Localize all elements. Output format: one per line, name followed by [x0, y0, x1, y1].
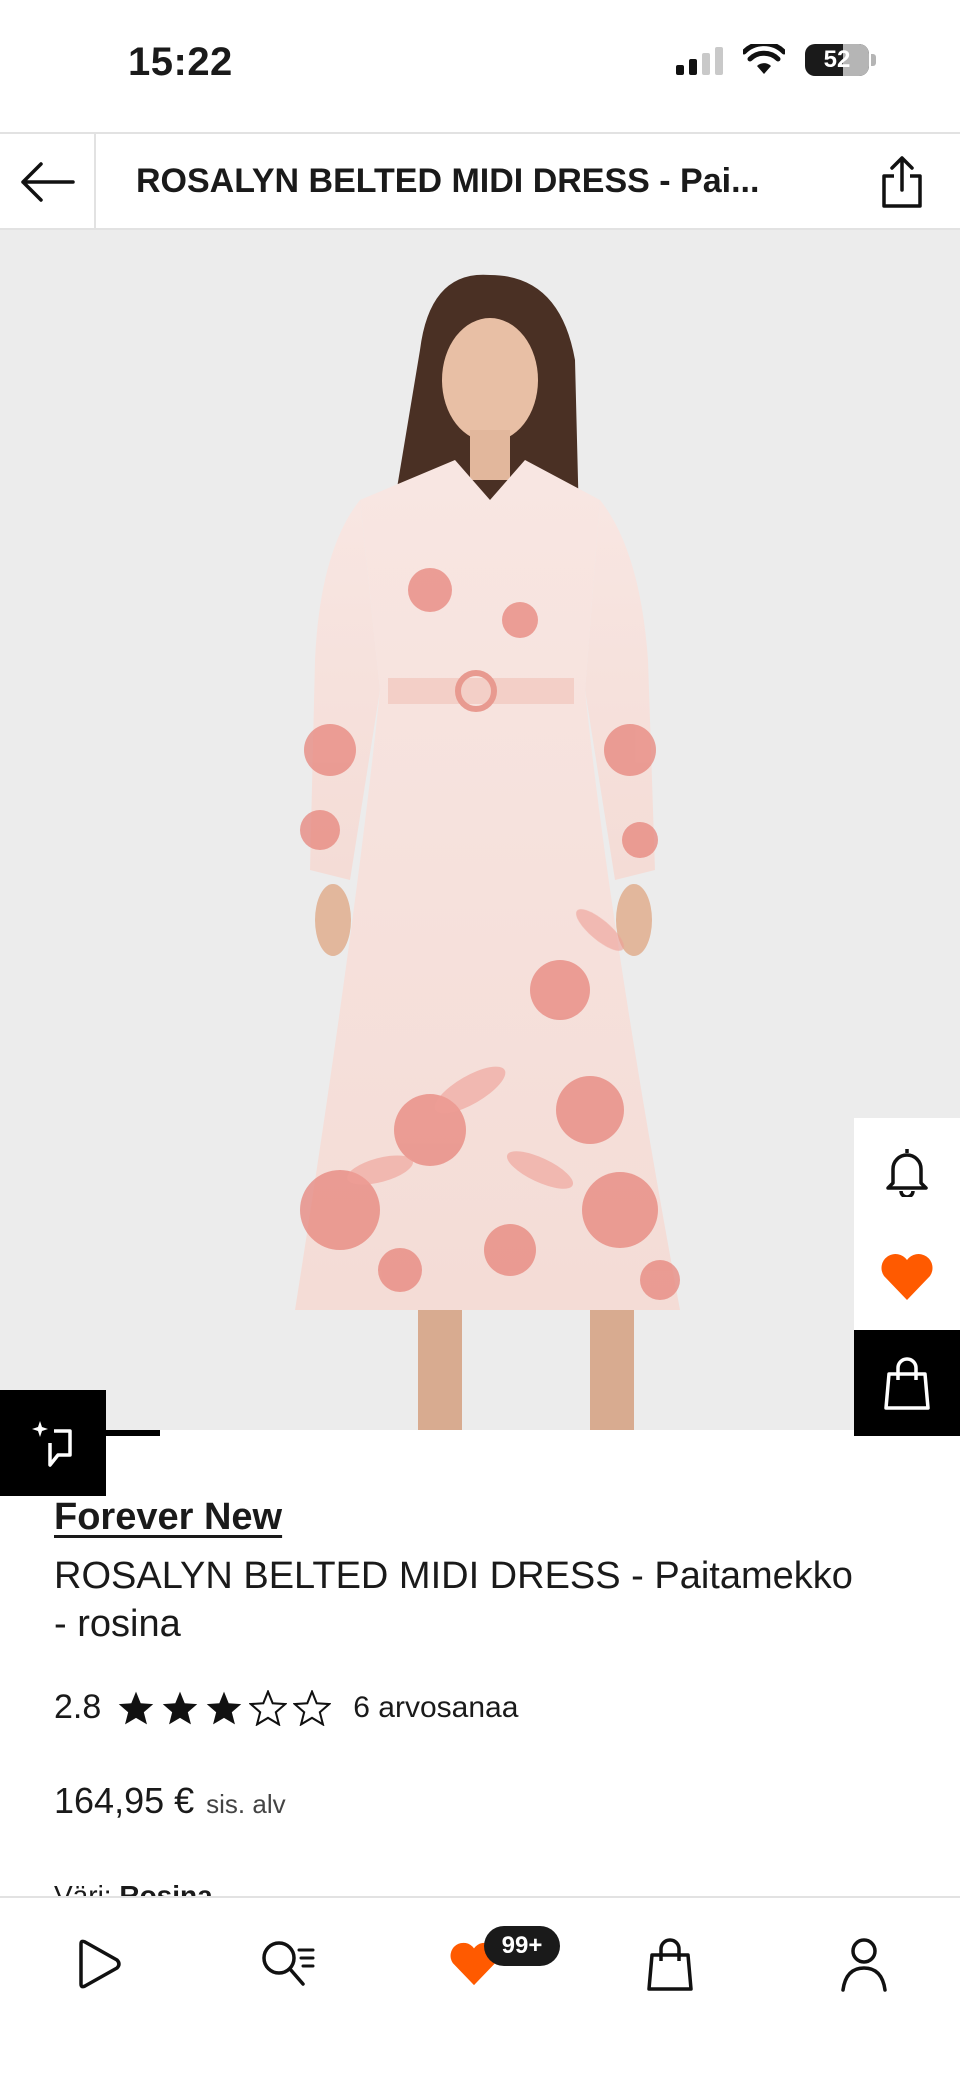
- top-app-bar: ROSALYN BELTED MIDI DRESS - Pai...: [0, 132, 960, 230]
- product-image[interactable]: [0, 230, 960, 1430]
- color-label: Väri:: [54, 1880, 112, 1896]
- nav-bag[interactable]: [630, 1924, 710, 2004]
- brand-link[interactable]: Forever New: [54, 1496, 282, 1539]
- share-button[interactable]: [872, 152, 932, 212]
- star-filled-icon: [207, 1691, 242, 1724]
- nav-search[interactable]: [248, 1924, 328, 2004]
- status-icons: 52: [676, 44, 876, 76]
- bell-icon: [886, 1149, 928, 1197]
- star-empty-icon: [249, 1689, 288, 1726]
- star-filled-icon: [163, 1691, 198, 1724]
- rating-count: 6 arvosanaa: [353, 1690, 519, 1724]
- search-icon: [262, 1941, 315, 1986]
- header-title: ROSALYN BELTED MIDI DRESS - Pai...: [136, 162, 760, 200]
- side-actions: [854, 1118, 960, 1436]
- signal-icon: [676, 45, 723, 75]
- profile-icon: [841, 1938, 887, 1992]
- back-arrow-icon: [21, 162, 75, 202]
- bottom-navigation: 99+: [0, 1896, 960, 2081]
- similar-items-button[interactable]: [0, 1390, 106, 1496]
- bag-icon: [884, 1357, 930, 1410]
- nav-profile[interactable]: [824, 1924, 904, 2004]
- color-value: Rosina: [119, 1880, 213, 1896]
- similar-items-icon: [32, 1421, 72, 1467]
- status-time: 15:22: [128, 40, 233, 84]
- price: 164,95 €: [54, 1780, 195, 1821]
- wifi-icon: [743, 44, 785, 74]
- status-bar: 15:22 52: [0, 0, 960, 132]
- rating-stars: [117, 1689, 332, 1726]
- vat-note: sis. alv: [206, 1789, 286, 1819]
- share-icon: [882, 156, 922, 208]
- add-to-bag-button[interactable]: [854, 1330, 960, 1436]
- color-info: Väri: Rosina: [54, 1880, 213, 1896]
- product-name: ROSALYN BELTED MIDI DRESS - Paitamekko -…: [54, 1555, 853, 1645]
- wishlist-count-badge: 99+: [484, 1926, 560, 1966]
- notify-button[interactable]: [854, 1118, 960, 1224]
- back-button[interactable]: [0, 134, 96, 230]
- wishlist-button[interactable]: [854, 1224, 960, 1330]
- rating-row[interactable]: 2.8 6 arvosanaa: [54, 1688, 518, 1727]
- battery-icon: 52: [805, 44, 869, 76]
- star-empty-icon: [293, 1689, 332, 1726]
- rating-value: 2.8: [54, 1688, 102, 1726]
- play-icon: [79, 1939, 121, 1989]
- product-photo-illustration: [0, 230, 960, 1430]
- bag-icon: [647, 1938, 693, 1991]
- carousel-indicator: [106, 1430, 160, 1436]
- heart-icon: [881, 1253, 933, 1300]
- star-filled-icon: [119, 1691, 154, 1724]
- battery-level: 52: [823, 46, 851, 73]
- nav-home[interactable]: [58, 1924, 138, 2004]
- price-row: 164,95 € sis. alv: [54, 1780, 286, 1822]
